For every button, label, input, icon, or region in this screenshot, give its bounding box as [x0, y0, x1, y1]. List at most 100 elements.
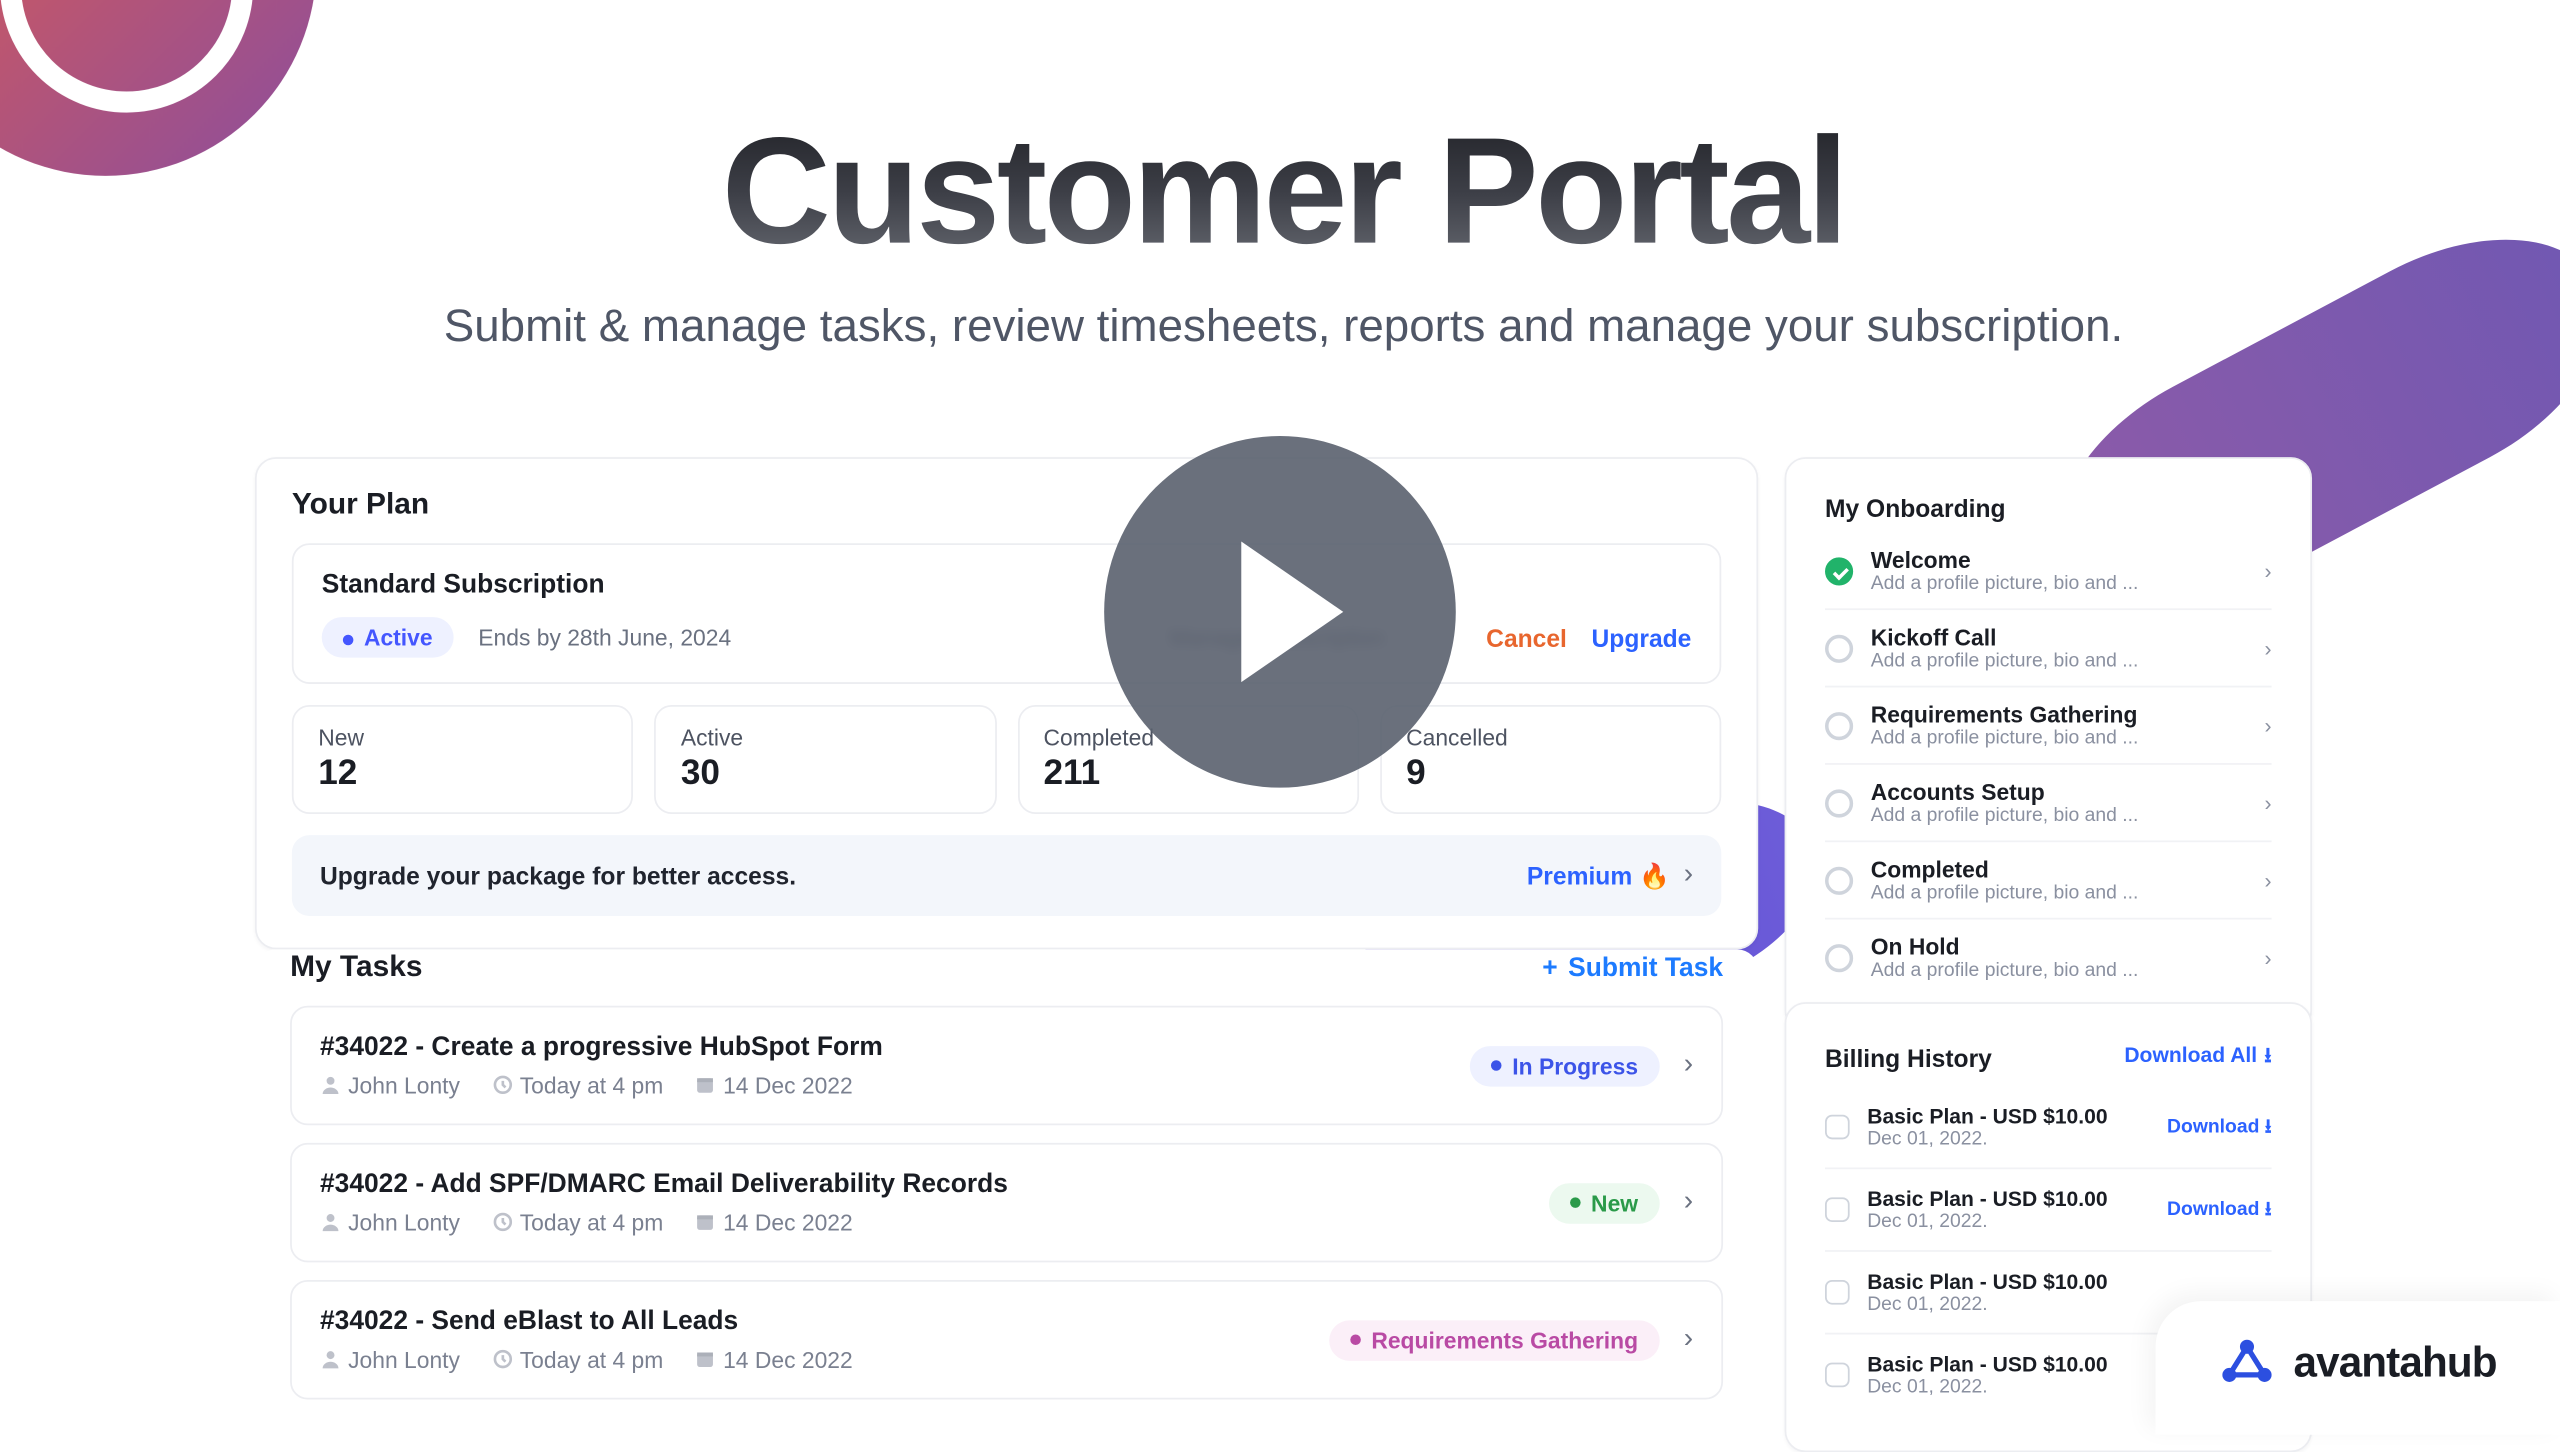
chevron-right-icon: ›: [2265, 790, 2272, 815]
task-title: #34022 - Create a progressive HubSpot Fo…: [320, 1032, 1470, 1062]
checkbox[interactable]: [1825, 1115, 1850, 1140]
onboarding-item-title: Completed: [1871, 856, 2247, 882]
user-icon: [320, 1074, 341, 1095]
clock-icon: [492, 1349, 513, 1370]
clock-icon: [492, 1074, 513, 1095]
onboarding-item-title: Requirements Gathering: [1871, 702, 2247, 728]
cancel-button[interactable]: Cancel: [1486, 623, 1567, 651]
chevron-right-icon: ›: [1684, 1187, 1693, 1219]
chevron-right-icon: ›: [1684, 1050, 1693, 1082]
onboarding-title: My Onboarding: [1825, 494, 2272, 522]
invoice-name: Basic Plan - USD $10.00: [1867, 1187, 2149, 1212]
task-assignee: John Lonty: [320, 1347, 460, 1373]
onboarding-item-title: Accounts Setup: [1871, 779, 2247, 805]
chevron-right-icon: ›: [2265, 868, 2272, 893]
task-time: Today at 4 pm: [492, 1210, 664, 1236]
billing-title: Billing History: [1825, 1043, 1992, 1071]
onboarding-panel: My Onboarding WelcomeAdd a profile pictu…: [1785, 457, 2312, 1032]
upgrade-banner[interactable]: Upgrade your package for better access. …: [292, 835, 1721, 916]
checkbox[interactable]: [1825, 1363, 1850, 1388]
subscription-end-date: Ends by 28th June, 2024: [478, 624, 731, 650]
upgrade-banner-text: Upgrade your package for better access.: [320, 862, 796, 890]
onboarding-item[interactable]: Requirements GatheringAdd a profile pict…: [1825, 687, 2272, 764]
task-status-badge: Requirements Gathering: [1329, 1320, 1659, 1360]
chevron-right-icon: ›: [1684, 860, 1693, 892]
download-icon: ⭳: [2264, 1039, 2271, 1076]
onboarding-item[interactable]: Accounts SetupAdd a profile picture, bio…: [1825, 765, 2272, 842]
circle-icon: [1825, 943, 1853, 971]
onboarding-item-sub: Add a profile picture, bio and ...: [1871, 960, 2247, 981]
my-tasks-panel: My Tasks +Submit Task #34022 - Create a …: [255, 949, 1758, 1417]
task-time: Today at 4 pm: [492, 1073, 664, 1099]
task-assignee: John Lonty: [320, 1073, 460, 1099]
stat-value: 9: [1406, 754, 1695, 794]
circle-icon: [1825, 866, 1853, 894]
upgrade-button[interactable]: Upgrade: [1592, 623, 1692, 651]
task-row[interactable]: #34022 - Create a progressive HubSpot Fo…: [290, 1006, 1723, 1126]
premium-cta[interactable]: Premium 🔥: [1527, 861, 1670, 891]
billing-row: Basic Plan - USD $10.00Dec 01, 2022. Down…: [1825, 1169, 2272, 1252]
checkbox[interactable]: [1825, 1280, 1850, 1305]
circle-icon: [1825, 634, 1853, 662]
onboarding-item-title: Welcome: [1871, 547, 2247, 573]
onboarding-item[interactable]: Kickoff CallAdd a profile picture, bio a…: [1825, 610, 2272, 687]
chevron-right-icon: ›: [2265, 945, 2272, 970]
task-date: 14 Dec 2022: [695, 1347, 853, 1373]
subscription-name: Standard Subscription: [322, 570, 1692, 600]
onboarding-item-sub: Add a profile picture, bio and ...: [1871, 651, 2247, 672]
task-status-badge: In Progress: [1470, 1045, 1659, 1085]
download-icon: ⭳: [2265, 1198, 2272, 1219]
status-badge: Active: [322, 617, 454, 657]
your-plan-title: Your Plan: [292, 487, 1721, 522]
download-icon: ⭳: [2265, 1116, 2272, 1137]
onboarding-item-title: Kickoff Call: [1871, 624, 2247, 650]
download-button[interactable]: Download ⭳: [2167, 1110, 2272, 1143]
calendar-icon: [695, 1074, 716, 1095]
checkbox[interactable]: [1825, 1197, 1850, 1222]
task-date: 14 Dec 2022: [695, 1073, 853, 1099]
my-tasks-title: My Tasks: [290, 949, 422, 984]
play-video-button[interactable]: [1104, 436, 1456, 788]
download-all-button[interactable]: Download All⭳: [2124, 1039, 2271, 1076]
page-subtitle: Submit & manage tasks, review timesheets…: [264, 299, 2304, 354]
stat-label: Active: [681, 724, 970, 750]
invoice-date: Dec 01, 2022.: [1867, 1211, 2149, 1232]
invoice-date: Dec 01, 2022.: [1867, 1129, 2149, 1150]
user-icon: [320, 1349, 341, 1370]
check-circle-icon: [1825, 556, 1853, 584]
calendar-icon: [695, 1349, 716, 1370]
task-row[interactable]: #34022 - Send eBlast to All Leads John Lo…: [290, 1280, 1723, 1400]
onboarding-item[interactable]: CompletedAdd a profile picture, bio and …: [1825, 842, 2272, 919]
onboarding-item-sub: Add a profile picture, bio and ...: [1871, 573, 2247, 594]
stat-card: Active 30: [654, 705, 996, 814]
onboarding-item-sub: Add a profile picture, bio and ...: [1871, 728, 2247, 749]
subscription-card: Standard Subscription Active Ends by 28t…: [292, 543, 1721, 684]
brand-badge: avantahub: [2156, 1301, 2560, 1435]
avantahub-logo-icon: [2220, 1336, 2276, 1392]
chevron-right-icon: ›: [2265, 713, 2272, 738]
download-button[interactable]: Download ⭳: [2167, 1193, 2272, 1226]
task-title: #34022 - Send eBlast to All Leads: [320, 1306, 1329, 1336]
task-title: #34022 - Add SPF/DMARC Email Deliverabil…: [320, 1169, 1549, 1199]
onboarding-item[interactable]: On HoldAdd a profile picture, bio and ..…: [1825, 920, 2272, 996]
billing-row: Basic Plan - USD $10.00Dec 01, 2022.Down…: [1825, 1087, 2272, 1170]
task-date: 14 Dec 2022: [695, 1210, 853, 1236]
calendar-icon: [695, 1211, 716, 1232]
stat-label: New: [318, 724, 607, 750]
task-status-badge: New: [1549, 1182, 1659, 1222]
stat-card: Cancelled 9: [1380, 705, 1722, 814]
submit-task-button[interactable]: +Submit Task: [1542, 952, 1723, 982]
stat-label: Cancelled: [1406, 724, 1695, 750]
chevron-right-icon: ›: [2265, 636, 2272, 661]
page-title: Customer Portal: [264, 105, 2304, 279]
stat-value: 12: [318, 754, 607, 794]
chevron-right-icon: ›: [1684, 1324, 1693, 1356]
onboarding-item-title: On Hold: [1871, 934, 2247, 960]
stat-card: New 12: [292, 705, 634, 814]
task-row[interactable]: #34022 - Add SPF/DMARC Email Deliverabil…: [290, 1143, 1723, 1263]
onboarding-item[interactable]: WelcomeAdd a profile picture, bio and ..…: [1825, 533, 2272, 610]
stat-value: 30: [681, 754, 970, 794]
user-icon: [320, 1211, 341, 1232]
plus-icon: +: [1542, 952, 1557, 982]
clock-icon: [492, 1211, 513, 1232]
